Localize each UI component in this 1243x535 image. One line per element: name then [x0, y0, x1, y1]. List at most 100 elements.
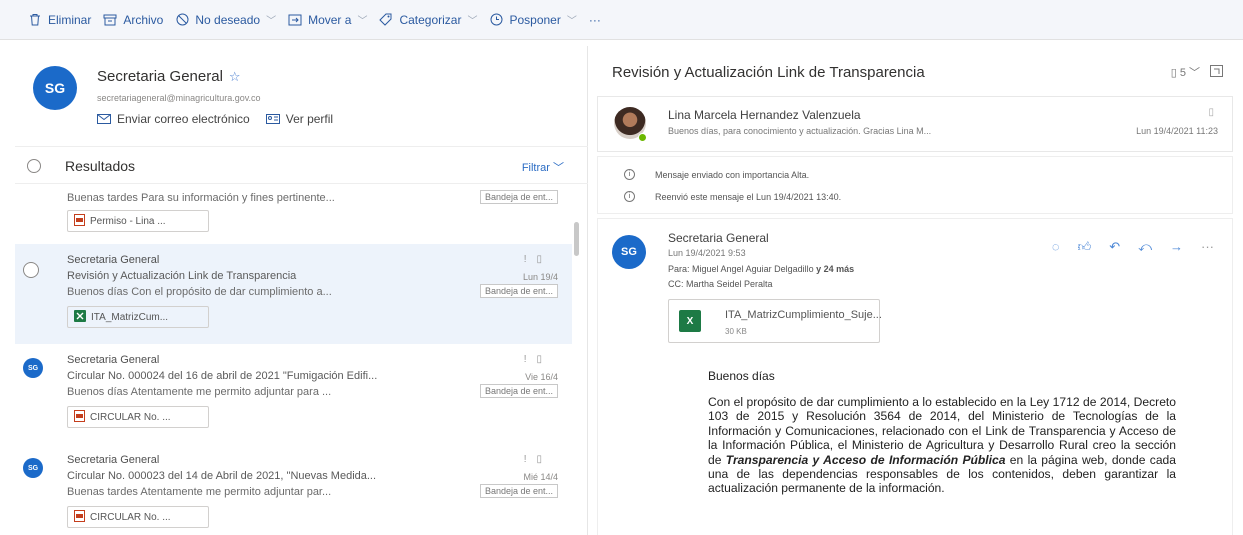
archive-label: Archivo	[123, 12, 164, 27]
star-icon[interactable]: ☆	[229, 69, 241, 84]
message-date: Vie 16/4	[525, 372, 558, 382]
attachment-chip[interactable]: ITA_MatrizCum...	[67, 306, 209, 328]
importance-attachment-icons: !▯	[523, 354, 552, 365]
contact-name: Secretaria General ☆	[97, 68, 241, 85]
attachment-name: Permiso - Lina ...	[90, 215, 166, 227]
select-all-icon[interactable]	[27, 159, 41, 173]
scrollbar[interactable]	[572, 186, 582, 535]
reply-icon[interactable]: ↶	[1109, 239, 1120, 255]
send-email-label: Enviar correo electrónico	[117, 112, 250, 126]
folder-tag[interactable]: Bandeja de ent...	[479, 384, 558, 398]
to-recipient[interactable]: Miguel Angel Aguiar Delgadillo	[692, 264, 814, 274]
collapsed-preview: Buenos días, para conocimiento y actuali…	[668, 126, 932, 136]
attachment-chip[interactable]: Permiso - Lina ...	[67, 210, 209, 232]
message-date: Lun 19/4/2021 9:53	[668, 248, 746, 258]
message-sender: Secretaria General	[67, 254, 160, 266]
filter-button[interactable]: Filtrar ﹀	[522, 159, 564, 175]
more-icon[interactable]: ···	[1201, 239, 1214, 255]
snooze-button[interactable]: Posponer ﹀	[489, 12, 577, 27]
message-preview: Buenas tardes Atentamente me permito adj…	[67, 486, 332, 498]
more-actions-button[interactable]: ···	[589, 13, 601, 27]
view-profile-link[interactable]: Ver perfil	[265, 112, 334, 126]
message-date: Mié 14/4	[523, 472, 558, 482]
tag-icon	[379, 13, 393, 27]
message-sender: Secretaria General	[67, 354, 160, 366]
junk-button[interactable]: No deseado ﹀	[175, 12, 276, 27]
view-profile-label: Ver perfil	[285, 112, 334, 126]
attachment-size: 30 KB	[725, 327, 747, 336]
junk-label: No deseado	[195, 12, 261, 27]
pdf-icon	[74, 509, 85, 525]
message-date: Lun 19/4	[522, 272, 558, 282]
attachment-chip[interactable]: CIRCULAR No. ...	[67, 406, 209, 428]
excel-icon: X	[679, 310, 701, 332]
chevron-down-icon: ﹀	[357, 16, 368, 27]
message-sender: Secretaria General	[67, 454, 160, 466]
delete-button[interactable]: Eliminar	[28, 13, 91, 27]
select-radio[interactable]	[23, 262, 39, 278]
archive-button[interactable]: Archivo	[103, 13, 163, 27]
avatar: SG	[23, 458, 43, 478]
mail-icon	[97, 114, 111, 124]
more-icon: ···	[588, 12, 601, 27]
message-subject: Circular No. 000024 del 16 de abril de 2…	[67, 370, 378, 382]
importance-text: Mensaje enviado con importancia Alta.	[655, 169, 810, 180]
results-header: Resultados Filtrar ﹀	[15, 146, 588, 184]
thread-count: 5	[1179, 67, 1186, 79]
move-icon	[288, 13, 302, 27]
send-email-link[interactable]: Enviar correo electrónico	[97, 112, 250, 126]
body-paragraph: Con el propósito de dar cumplimiento a l…	[708, 395, 1176, 496]
greeting: Buenos días	[708, 369, 775, 383]
chevron-down-icon: ﹀	[553, 162, 564, 174]
chevron-down-icon: ﹀	[467, 16, 478, 27]
thread-title: Revisión y Actualización Link de Transpa…	[612, 64, 925, 81]
emoji-icon[interactable]: ◌	[1052, 239, 1060, 255]
folder-tag[interactable]: Bandeja de ent...	[479, 190, 558, 204]
collapsed-message[interactable]: Lina Marcela Hernandez Valenzuela Buenos…	[597, 96, 1233, 152]
list-item[interactable]: SG Secretaria General !▯ Circular No. 00…	[15, 446, 572, 535]
cc-recipient[interactable]: Martha Seidel Peralta	[686, 279, 773, 289]
pdf-icon	[74, 213, 85, 229]
attachment-card[interactable]: X ITA_MatrizCumplimiento_Suje... 30 KB	[668, 299, 882, 343]
importance-attachment-icons: !▯	[523, 454, 552, 465]
chevron-down-icon: ﹀	[266, 16, 277, 27]
pdf-icon	[74, 409, 85, 425]
avatar: SG	[612, 235, 646, 269]
collapsed-date: Lun 19/4/2021 11:23	[1136, 126, 1218, 136]
folder-tag[interactable]: Bandeja de ent...	[479, 284, 558, 298]
popout-icon[interactable]	[1210, 64, 1223, 80]
thread-count-button[interactable]: ▯ 5 ﹀	[1171, 64, 1200, 80]
move-to-button[interactable]: Mover a ﹀	[288, 12, 367, 27]
snooze-label: Posponer	[509, 12, 561, 27]
list-item-selected[interactable]: Secretaria General !▯ Revisión y Actuali…	[15, 244, 572, 344]
message-subject: Revisión y Actualización Link de Transpa…	[67, 270, 297, 282]
paperclip-icon: ▯	[1208, 107, 1214, 118]
info-icon: i	[624, 169, 635, 180]
cc-label: CC:	[668, 279, 684, 289]
message-preview: Buenos días Atentamente me permito adjun…	[67, 386, 332, 398]
collapsed-sender: Lina Marcela Hernandez Valenzuela	[668, 108, 861, 122]
categorize-label: Categorizar	[399, 12, 462, 27]
like-icon[interactable]: 👍︎	[1078, 239, 1092, 255]
categorize-button[interactable]: Categorizar ﹀	[379, 12, 477, 27]
list-item[interactable]: Buenas tardes Para su información y fine…	[15, 186, 572, 242]
paperclip-icon: ▯	[1170, 67, 1177, 79]
delete-label: Eliminar	[48, 12, 92, 27]
scrollbar-thumb[interactable]	[574, 222, 579, 256]
to-more[interactable]: y 24 más	[816, 264, 854, 274]
reply-all-icon[interactable]: ⤺	[1138, 239, 1152, 255]
contact-email: secretariageneral@minagricultura.gov.co	[97, 93, 261, 103]
forward-icon[interactable]: →	[1170, 239, 1183, 255]
presence-badge	[638, 133, 647, 142]
attachment-chip[interactable]: CIRCULAR No. ...	[67, 506, 209, 528]
list-item[interactable]: SG Secretaria General !▯ Circular No. 00…	[15, 346, 572, 446]
forward-notice: i Reenvió este mensaje el Lun 19/4/2021 …	[624, 191, 841, 202]
info-icon: i	[624, 191, 635, 202]
chevron-down-icon: ﹀	[1189, 67, 1200, 79]
folder-tag[interactable]: Bandeja de ent...	[479, 484, 558, 498]
open-message: SG Secretaria General Lun 19/4/2021 9:53…	[597, 218, 1233, 535]
message-sender: Secretaria General	[668, 231, 769, 245]
attachment-name: ITA_MatrizCum...	[91, 311, 169, 323]
contact-name-text: Secretaria General	[97, 68, 223, 85]
avatar: SG	[33, 66, 77, 110]
